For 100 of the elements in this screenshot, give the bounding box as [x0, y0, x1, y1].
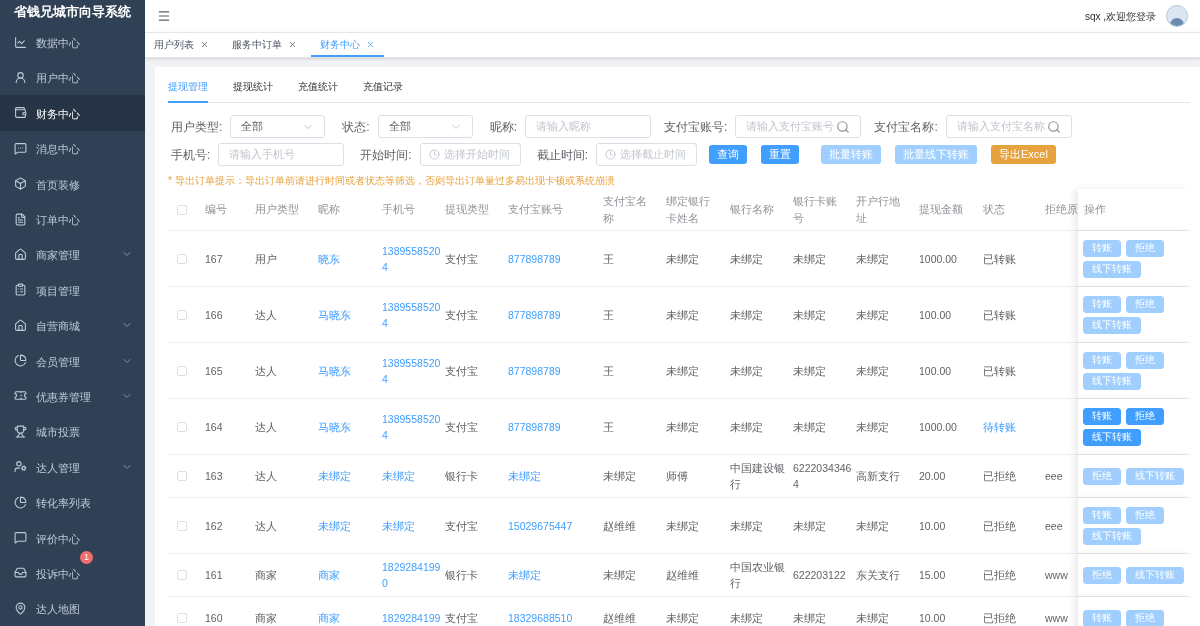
- table-cell-text: 10.00: [919, 611, 947, 626]
- table-cell[interactable]: 1829284199: [382, 610, 444, 626]
- table-cell-text: 达人: [255, 518, 278, 534]
- table-cell[interactable]: 877898789: [508, 362, 593, 379]
- checkbox[interactable]: [176, 365, 187, 376]
- export-notice: * 导出订单提示：导出订单前请进行时间或者状态等筛选，否则导出订单量过多易出现卡顿或系统崩溃: [168, 174, 616, 188]
- table-cell-text: 王: [603, 307, 615, 323]
- table-cell-text: 未绑定: [666, 611, 700, 626]
- checkbox[interactable]: [176, 471, 187, 481]
- table-cell[interactable]: 877898789: [508, 250, 593, 267]
- page-tag[interactable]: 用户列表: [145, 33, 218, 57]
- inbox-icon: [14, 566, 27, 580]
- column-header: 银行名称: [730, 202, 775, 217]
- field-label: 支付宝账号:: [664, 118, 728, 136]
- tab[interactable]: 提现统计: [233, 81, 273, 103]
- checkbox[interactable]: [176, 204, 187, 215]
- sidebar-label: 项目管理: [36, 284, 80, 297]
- toolbar-button[interactable]: 查询: [709, 145, 748, 164]
- table-cell-text: 167: [205, 251, 224, 267]
- checkbox[interactable]: [176, 253, 187, 264]
- row-action-button[interactable]: 线下转账: [1083, 428, 1141, 446]
- close-icon[interactable]: [366, 39, 375, 49]
- table-cell[interactable]: 未绑定: [508, 468, 593, 484]
- tab[interactable]: 提现管理: [168, 81, 208, 103]
- close-icon[interactable]: [288, 39, 297, 49]
- trophy-icon: [14, 424, 27, 438]
- table-cell[interactable]: 13895585204: [382, 410, 444, 443]
- table-cell[interactable]: 未绑定: [382, 468, 444, 484]
- table-cell-text: 10.00: [919, 518, 947, 534]
- table-cell[interactable]: 877898789: [508, 306, 593, 323]
- table-cell-text: 62220343464: [793, 461, 853, 492]
- table-cell-text: 支付宝: [445, 611, 479, 626]
- user-icon: [14, 70, 27, 84]
- column-header: 编号: [205, 202, 228, 217]
- table-cell-text: 未绑定: [793, 251, 827, 267]
- checkbox[interactable]: [176, 520, 187, 531]
- page-tag[interactable]: 服务中订单: [223, 33, 306, 57]
- table-cell[interactable]: 877898789: [508, 418, 593, 435]
- table-cell-text: 未绑定: [666, 518, 700, 534]
- pie-chart-icon: [14, 354, 27, 368]
- checkbox[interactable]: [176, 309, 187, 320]
- page-tag[interactable]: 财务中心: [311, 33, 384, 57]
- table-cell[interactable]: 商家: [318, 567, 372, 583]
- row-action-button[interactable]: 转账: [1083, 407, 1121, 425]
- sidebar-label: 数据中心: [36, 37, 80, 50]
- table-cell-text: 未绑定: [730, 251, 764, 267]
- table-cell-text: 已转账: [983, 363, 1017, 379]
- menu-icon[interactable]: [157, 9, 171, 23]
- checkbox[interactable]: [176, 421, 187, 432]
- document-icon: [14, 212, 27, 226]
- select-field[interactable]: 全部: [230, 115, 326, 138]
- table-cell-text: 未绑定: [856, 611, 890, 626]
- table-cell-text: 未绑定: [730, 518, 764, 534]
- table-cell[interactable]: 未绑定: [382, 517, 444, 534]
- table-cell[interactable]: 马晓东: [318, 306, 372, 323]
- table-cell[interactable]: 13895585204: [382, 354, 444, 387]
- table-cell-text: 164: [205, 419, 224, 435]
- tab[interactable]: 充值统计: [298, 81, 338, 103]
- pie-chart-icon: [14, 495, 27, 509]
- toolbar-button[interactable]: 重置: [761, 145, 800, 164]
- table-cell[interactable]: 未绑定: [318, 468, 372, 484]
- message-icon: [14, 141, 27, 155]
- table-cell[interactable]: 晓东: [318, 250, 372, 267]
- table-cell[interactable]: 13895585204: [382, 298, 444, 331]
- table-cell[interactable]: 未绑定: [318, 517, 372, 534]
- table-cell[interactable]: 15029675447: [508, 517, 593, 534]
- field-label: 昵称:: [489, 118, 518, 136]
- checkbox[interactable]: [176, 570, 187, 580]
- table-cell[interactable]: 商家: [318, 610, 372, 626]
- table-cell-text: eee: [1045, 469, 1064, 484]
- table-cell[interactable]: 18329688510: [508, 610, 593, 626]
- checkbox[interactable]: [176, 613, 187, 623]
- avatar[interactable]: [1166, 5, 1188, 27]
- table-cell-text: 未绑定: [793, 363, 827, 379]
- table-cell-text: www: [1045, 568, 1069, 583]
- table-cell-text: 中国建设银行: [730, 461, 786, 492]
- toolbar-button[interactable]: 导出Excel: [991, 145, 1056, 164]
- table-cell-text: 达人: [255, 363, 278, 379]
- column-header: 手机号: [382, 202, 416, 217]
- clock-icon: [428, 149, 440, 160]
- table-cell[interactable]: 13895585204: [382, 242, 444, 275]
- person-icon: [14, 460, 27, 474]
- table-cell-text: 未绑定: [793, 611, 827, 626]
- table-cell[interactable]: 马晓东: [318, 362, 372, 379]
- row-action-button[interactable]: 拒绝: [1126, 407, 1164, 425]
- welcome-text: sqx ,欢迎您登录: [1084, 9, 1156, 24]
- table-cell-text: 未绑定: [603, 568, 637, 583]
- table-cell-text: 达人: [255, 307, 278, 323]
- close-icon[interactable]: [200, 39, 209, 49]
- table-cell-text: 未绑定: [856, 419, 890, 435]
- table-cell-text: 未绑定: [730, 307, 764, 323]
- sidebar-item[interactable]: 财务中心: [0, 95, 145, 131]
- tab[interactable]: 充值记录: [363, 81, 403, 103]
- table-cell[interactable]: 马晓东: [318, 418, 372, 435]
- wallet-icon: [14, 106, 27, 120]
- select-field[interactable]: 全部: [377, 115, 473, 138]
- table-cell[interactable]: 未绑定: [508, 567, 593, 583]
- table-cell-text: 银行卡: [445, 568, 479, 583]
- table-cell[interactable]: 18292841990: [382, 559, 444, 591]
- table-cell-text: 中国农业银行: [730, 560, 786, 591]
